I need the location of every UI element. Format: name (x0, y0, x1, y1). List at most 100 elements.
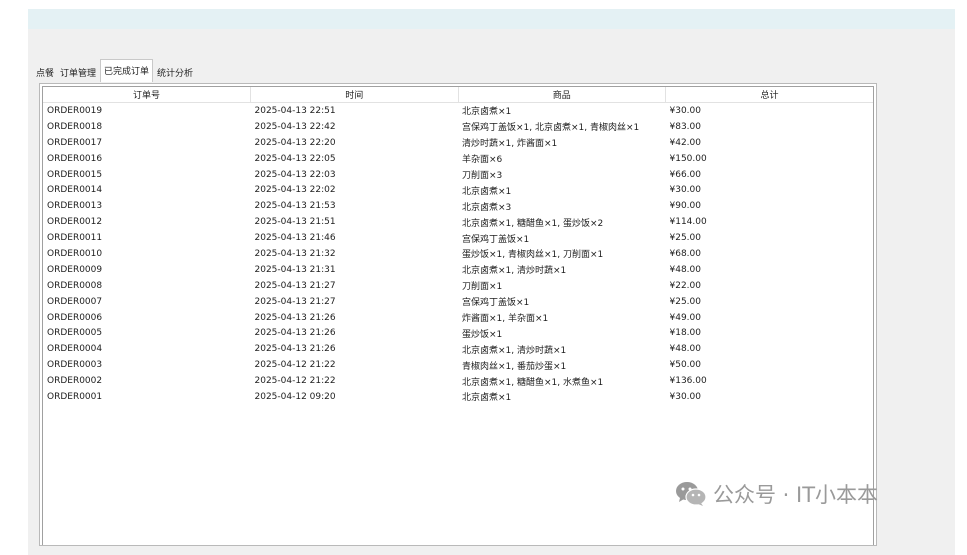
table-row[interactable]: ORDER0019 2025-04-13 22:51 北京卤煮×1 ¥30.00 (43, 103, 873, 119)
cell-order-id: ORDER0005 (47, 328, 103, 339)
column-header-total[interactable]: 总计 (665, 87, 873, 103)
watermark-text: 公众号 · IT小本本 (713, 483, 879, 507)
tab-completed-orders[interactable]: 已完成订单 (100, 59, 154, 82)
watermark: 公众号 · IT小本本 (675, 480, 878, 508)
cell-items: 北京卤煮×1, 糖醋鱼×1, 蛋炒饭×2 (462, 218, 604, 229)
cell-items: 北京卤煮×3 (462, 202, 512, 213)
cell-items: 刀削面×3 (462, 171, 503, 181)
column-header-items[interactable]: 商品 (458, 87, 666, 103)
table-row[interactable]: ORDER0016 2025-04-13 22:05 羊杂面×6 ¥150.00 (43, 151, 873, 167)
table-row[interactable]: ORDER0006 2025-04-13 21:26 炸酱面×1, 羊杂面×1 ¥49… (43, 310, 873, 326)
column-header-order-id[interactable]: 订单号 (43, 87, 251, 103)
cell-order-id: ORDER0006 (47, 312, 103, 323)
cell-order-id: ORDER0003 (47, 360, 103, 371)
tab-order[interactable]: 点餐 (34, 63, 56, 82)
tab-order-management[interactable]: 订单管理 (58, 63, 98, 82)
cell-time: 2025-04-13 21:26 (254, 344, 336, 355)
cell-time: 2025-04-13 21:27 (254, 296, 336, 307)
cell-total: ¥150.00 (669, 153, 707, 164)
cell-time: 2025-04-13 22:02 (254, 185, 336, 196)
wechat-icon (676, 482, 707, 506)
cell-order-id: ORDER0009 (47, 264, 103, 275)
cell-items: 宫保鸡丁盖饭×1 (462, 298, 530, 309)
cell-total: ¥48.00 (669, 344, 702, 355)
table-row[interactable]: ORDER0017 2025-04-13 22:20 清炒时蔬×1, 炸酱面×1 ¥4… (43, 135, 873, 151)
title-strip (28, 9, 955, 29)
orders-table-body: ORDER0019 2025-04-13 22:51 北京卤煮×1 ¥30.00 ORD… (43, 103, 873, 405)
cell-items: 北京卤煮×1, 糖醋鱼×1, 水煮鱼×1 (462, 377, 604, 388)
column-header-time[interactable]: 时间 (250, 87, 459, 103)
table-row[interactable]: ORDER0003 2025-04-12 21:22 青椒肉丝×1, 番茄炒蛋×1 ¥… (43, 357, 873, 373)
cell-total: ¥68.00 (669, 248, 702, 259)
cell-total: ¥83.00 (669, 121, 702, 132)
cell-items: 北京卤煮×1 (462, 393, 512, 404)
cell-time: 2025-04-13 22:42 (254, 121, 336, 132)
cell-total: ¥30.00 (669, 185, 702, 196)
cell-order-id: ORDER0010 (47, 248, 103, 259)
cell-items: 宫保鸡丁盖饭×1 (462, 234, 530, 245)
cell-order-id: ORDER0002 (47, 376, 103, 387)
cell-time: 2025-04-13 21:32 (254, 248, 336, 259)
table-row[interactable]: ORDER0005 2025-04-13 21:26 蛋炒饭×1 ¥18.00 (43, 325, 873, 341)
cell-total: ¥48.00 (669, 264, 702, 275)
cell-time: 2025-04-12 21:22 (254, 360, 336, 371)
cell-total: ¥22.00 (669, 280, 702, 291)
table-row[interactable]: ORDER0018 2025-04-13 22:42 宫保鸡丁盖饭×1, 北京卤煮×… (43, 119, 873, 135)
cell-time: 2025-04-13 21:26 (254, 312, 336, 323)
cell-total: ¥114.00 (669, 217, 707, 228)
cell-items: 炸酱面×1, 羊杂面×1 (462, 314, 549, 325)
table-row[interactable]: ORDER0008 2025-04-13 21:27 刀削面×1 ¥22.00 (43, 278, 873, 294)
cell-items: 蛋炒饭×1, 青椒肉丝×1, 刀削面×1 (462, 250, 604, 261)
cell-items: 清炒时蔬×1, 炸酱面×1 (462, 139, 558, 150)
tab-bar: 点餐 订单管理 已完成订单 统计分析 (34, 59, 197, 82)
cell-total: ¥42.00 (669, 137, 702, 148)
table-row[interactable]: ORDER0012 2025-04-13 21:51 北京卤煮×1, 糖醋鱼×1, … (43, 214, 873, 230)
cell-total: ¥18.00 (669, 328, 702, 339)
table-row[interactable]: ORDER0014 2025-04-13 22:02 北京卤煮×1 ¥30.00 (43, 182, 873, 198)
table-row[interactable]: ORDER0004 2025-04-13 21:26 北京卤煮×1, 清炒时蔬×1 ¥… (43, 341, 873, 357)
cell-time: 2025-04-13 21:46 (254, 233, 336, 244)
cell-items: 羊杂面×6 (462, 155, 503, 166)
cell-items: 北京卤煮×1, 清炒时蔬×1 (462, 266, 567, 277)
table-row[interactable]: ORDER0002 2025-04-12 21:22 北京卤煮×1, 糖醋鱼×1, … (43, 373, 873, 389)
cell-order-id: ORDER0018 (47, 121, 103, 132)
orders-table-container[interactable]: 订单号 时间 商品 总计 ORDER0019 2025-04-13 22:51 北京… (42, 86, 874, 545)
cell-time: 2025-04-13 22:51 (254, 105, 336, 116)
cell-total: ¥90.00 (669, 201, 702, 212)
cell-order-id: ORDER0011 (47, 233, 103, 244)
table-row[interactable]: ORDER0010 2025-04-13 21:32 蛋炒饭×1, 青椒肉丝×1, … (43, 246, 873, 262)
cell-time: 2025-04-13 22:05 (254, 153, 336, 164)
cell-time: 2025-04-12 09:20 (254, 391, 336, 402)
cell-order-id: ORDER0016 (47, 153, 103, 164)
cell-time: 2025-04-13 21:31 (254, 264, 336, 275)
table-row[interactable]: ORDER0001 2025-04-12 09:20 北京卤煮×1 ¥30.00 (43, 389, 873, 405)
cell-order-id: ORDER0012 (47, 217, 103, 228)
table-row[interactable]: ORDER0013 2025-04-13 21:53 北京卤煮×3 ¥90.00 (43, 198, 873, 214)
cell-order-id: ORDER0013 (47, 201, 103, 212)
cell-total: ¥25.00 (669, 233, 702, 244)
cell-total: ¥49.00 (669, 312, 702, 323)
cell-time: 2025-04-12 21:22 (254, 376, 336, 387)
cell-order-id: ORDER0008 (47, 280, 103, 291)
cell-time: 2025-04-13 21:53 (254, 201, 336, 212)
cell-items: 蛋炒饭×1 (462, 329, 503, 340)
cell-order-id: ORDER0019 (47, 105, 103, 116)
cell-total: ¥136.00 (669, 376, 707, 387)
table-row[interactable]: ORDER0015 2025-04-13 22:03 刀削面×3 ¥66.00 (43, 167, 873, 183)
table-row[interactable]: ORDER0007 2025-04-13 21:27 宫保鸡丁盖饭×1 ¥25.00 (43, 294, 873, 310)
cell-items: 北京卤煮×1, 清炒时蔬×1 (462, 345, 567, 356)
cell-items: 青椒肉丝×1, 番茄炒蛋×1 (462, 361, 567, 372)
cell-order-id: ORDER0017 (47, 137, 103, 148)
cell-items: 刀削面×1 (462, 282, 503, 293)
table-row[interactable]: ORDER0009 2025-04-13 21:31 北京卤煮×1, 清炒时蔬×1 ¥… (43, 262, 873, 278)
cell-items: 北京卤煮×1 (462, 186, 512, 197)
cell-order-id: ORDER0014 (47, 185, 103, 196)
cell-order-id: ORDER0004 (47, 344, 103, 355)
completed-orders-panel: 订单号 时间 商品 总计 ORDER0019 2025-04-13 22:51 北京… (39, 83, 877, 546)
table-header-row: 订单号 时间 商品 总计 (43, 87, 873, 103)
tab-statistics[interactable]: 统计分析 (155, 63, 195, 82)
cell-items: 北京卤煮×1 (462, 107, 512, 118)
table-row[interactable]: ORDER0011 2025-04-13 21:46 宫保鸡丁盖饭×1 ¥25.00 (43, 230, 873, 246)
cell-total: ¥30.00 (669, 105, 702, 116)
cell-total: ¥25.00 (669, 296, 702, 307)
